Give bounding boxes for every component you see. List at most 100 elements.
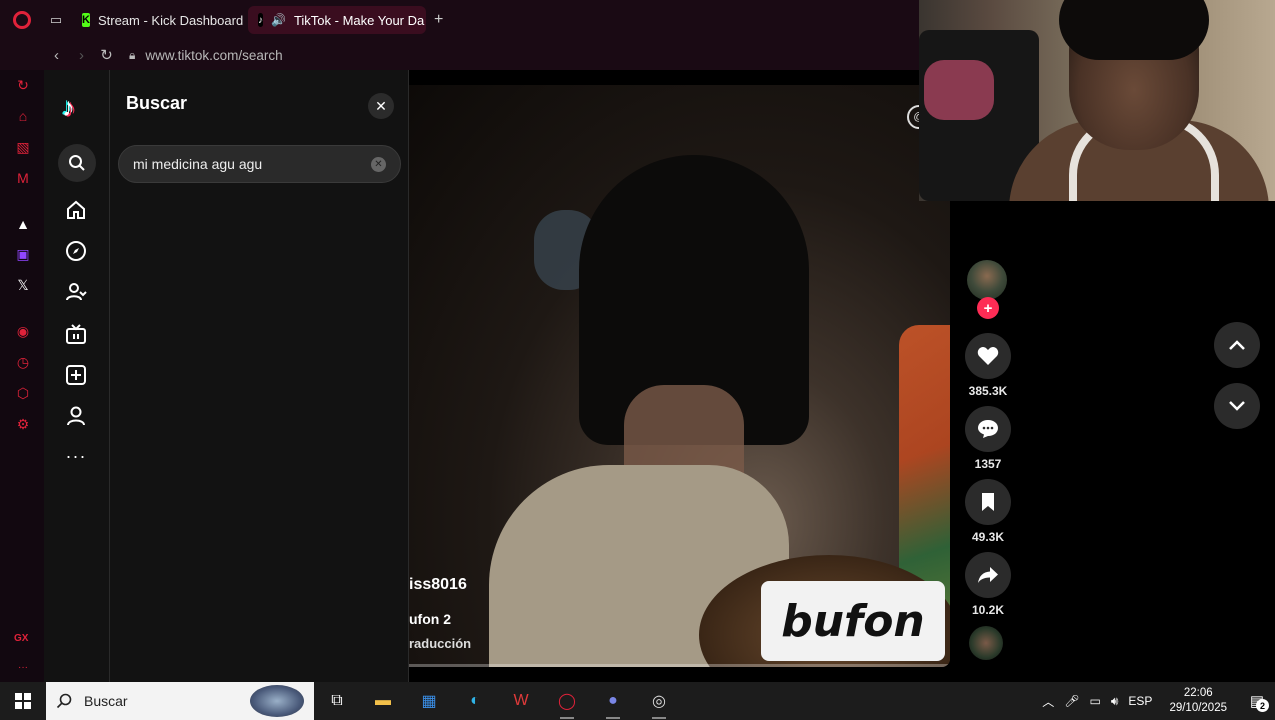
comment-bubble-icon <box>978 420 998 438</box>
back-button[interactable]: ‹ <box>44 47 69 64</box>
taskbar-search[interactable]: Buscar <box>46 682 314 720</box>
language-indicator[interactable]: ESP <box>1123 694 1157 708</box>
creator-avatar[interactable] <box>967 260 1007 300</box>
bookmark-icon <box>982 493 994 511</box>
following-icon <box>66 283 87 301</box>
discord-icon[interactable]: ● <box>590 682 636 720</box>
edge-icon[interactable]: ◐ <box>452 682 498 720</box>
video-player[interactable]: bufon @ iss8016 ufon 2 raducción <box>409 85 950 667</box>
music-disc[interactable] <box>969 626 1003 660</box>
tiktok-logo-icon: ♪ <box>258 13 263 27</box>
search-icon <box>69 155 85 171</box>
obs-icon[interactable]: ◎ <box>636 682 682 720</box>
search-nav-button[interactable] <box>58 144 96 182</box>
video-username[interactable]: iss8016 <box>409 576 467 594</box>
speaker-icon[interactable]: 🔊 <box>271 13 286 27</box>
aria-icon[interactable]: ↻ <box>14 76 32 94</box>
upload-nav-button[interactable] <box>60 359 92 391</box>
windows-taskbar: Buscar ⧉ ▬ ▦ ◐ W ◯ ● ◎ ︿ 🎤︎ ▭ 🔊︎ ESP 22:… <box>0 682 1275 720</box>
tab-kick-dashboard[interactable]: K Stream - Kick Dashboard <box>72 6 244 34</box>
save-count: 49.3K <box>971 530 1005 544</box>
tab-islands-icon[interactable]: ▭ <box>44 8 68 32</box>
explore-nav-button[interactable] <box>60 235 92 267</box>
taskbar-search-placeholder: Buscar <box>84 693 128 709</box>
tab-label: Stream - Kick Dashboard <box>97 12 244 28</box>
webcam-overlay <box>919 0 1275 201</box>
ai-tool-icon[interactable]: ▲ <box>14 215 32 233</box>
volume-icon[interactable]: 🔊︎ <box>1106 694 1124 709</box>
profile-nav-button[interactable] <box>60 400 92 432</box>
url-field[interactable]: www.tiktok.com/search <box>145 48 282 63</box>
previous-video-button[interactable] <box>1214 322 1260 368</box>
task-view-icon[interactable]: ⧉ <box>314 682 360 720</box>
tiktok-left-nav: ♪ ··· <box>44 70 110 682</box>
search-query-text: mi medicina agu agu <box>133 156 263 172</box>
extensions-icon[interactable]: ⬡ <box>14 384 32 402</box>
follow-plus-icon[interactable]: + <box>977 297 999 319</box>
share-button[interactable] <box>965 552 1011 598</box>
compass-icon <box>66 241 86 261</box>
video-progress-bar[interactable] <box>409 664 950 667</box>
clear-search-icon[interactable]: ✕ <box>371 157 386 172</box>
see-translation-link[interactable]: raducción <box>409 636 471 651</box>
home-nav-button[interactable] <box>60 194 92 226</box>
following-nav-button[interactable] <box>60 276 92 308</box>
more-nav-button[interactable]: ··· <box>60 440 92 472</box>
gx-corner-icon[interactable]: M <box>14 169 32 187</box>
search-input[interactable]: mi medicina agu agu ✕ <box>118 145 401 183</box>
notification-center-button[interactable]: ▤ 2 <box>1239 682 1275 720</box>
start-button[interactable] <box>0 682 46 720</box>
gx-control-icon[interactable]: ▧ <box>14 138 32 156</box>
tab-tiktok[interactable]: ♪ 🔊 TikTok - Make Your Da <box>248 6 426 34</box>
share-count: 10.2K <box>971 603 1005 617</box>
add-square-icon <box>66 365 86 385</box>
network-icon[interactable]: ▭ <box>1085 694 1106 708</box>
kick-logo-icon: K <box>82 13 90 27</box>
clock-time: 22:06 <box>1183 687 1213 699</box>
comment-button[interactable] <box>965 406 1011 452</box>
opera-gx-taskbar-icon[interactable]: ◯ <box>544 682 590 720</box>
webcam-scene <box>1059 0 1209 60</box>
gx-icon[interactable]: GX <box>14 633 28 644</box>
clock-date: 29/10/2025 <box>1169 702 1227 714</box>
close-search-button[interactable]: ✕ <box>368 93 394 119</box>
like-button[interactable] <box>965 333 1011 379</box>
search-highlight-image <box>250 685 304 717</box>
opera-sidebar: ↻ ⌂ ▧ M ▲ ▣ 𝕏 ◉ ◷ ⬡ ⚙ GX ··· <box>0 70 44 682</box>
settings-gear-icon[interactable]: ⚙ <box>14 415 32 433</box>
microsoft-store-icon[interactable]: ▦ <box>406 682 452 720</box>
tiktok-logo-icon[interactable]: ♪ <box>62 92 75 123</box>
windows-logo-icon <box>15 693 31 709</box>
microphone-icon[interactable]: 🎤︎ <box>1059 694 1084 708</box>
forward-button[interactable]: › <box>69 47 94 64</box>
like-count: 385.3K <box>968 384 1008 398</box>
file-explorer-icon[interactable]: ▬ <box>360 682 406 720</box>
reload-button[interactable]: ↻ <box>94 46 119 64</box>
lock-icon[interactable]: 🔒︎ <box>129 48 135 63</box>
system-tray: ︿ 🎤︎ ▭ 🔊︎ ESP 22:06 29/10/2025 ▤ 2 <box>1037 682 1275 720</box>
home-icon <box>67 200 85 219</box>
x-twitter-icon[interactable]: 𝕏 <box>14 276 32 294</box>
opera-logo-icon[interactable] <box>0 0 44 40</box>
crypto-wallet-icon[interactable]: ⌂ <box>14 107 32 125</box>
history-icon[interactable]: ◷ <box>14 353 32 371</box>
chevron-down-icon <box>1229 401 1245 411</box>
new-tab-button[interactable]: + <box>434 11 443 29</box>
wps-office-icon[interactable]: W <box>498 682 544 720</box>
search-panel: Buscar ✕ mi medicina agu agu ✕ <box>110 70 409 682</box>
address-bar: ‹ › ↻ 🔒︎ www.tiktok.com/search <box>0 40 919 70</box>
next-video-button[interactable] <box>1214 383 1260 429</box>
video-sticker: bufon <box>761 581 945 661</box>
live-nav-button[interactable] <box>60 318 92 350</box>
share-arrow-icon <box>978 567 998 583</box>
chevron-up-icon[interactable]: ︿ <box>1037 693 1059 710</box>
screen: ▭ K Stream - Kick Dashboard ♪ 🔊 TikTok -… <box>0 0 1275 720</box>
save-button[interactable] <box>965 479 1011 525</box>
heart-icon <box>977 347 999 365</box>
more-dots-icon[interactable]: ··· <box>14 658 32 676</box>
clock[interactable]: 22:06 29/10/2025 <box>1157 686 1239 716</box>
comment-count: 1357 <box>974 457 1002 471</box>
profile-icon <box>67 406 85 426</box>
player-icon[interactable]: ◉ <box>14 322 32 340</box>
twitch-icon[interactable]: ▣ <box>14 245 32 263</box>
